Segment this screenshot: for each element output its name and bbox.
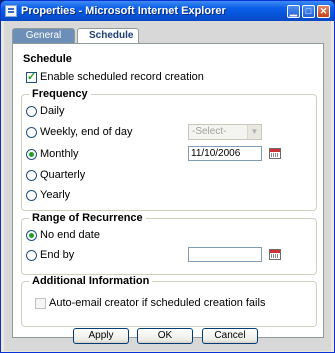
- freq-weekly-radio[interactable]: [26, 126, 37, 138]
- freq-quarterly-row[interactable]: Quarterly: [26, 169, 85, 181]
- monthly-date-input[interactable]: 11/10/2006: [188, 146, 262, 161]
- close-icon: ✕: [319, 5, 328, 16]
- ie-page-icon: [5, 5, 17, 17]
- ok-button[interactable]: OK: [137, 328, 193, 344]
- freq-monthly-radio[interactable]: [26, 148, 37, 160]
- end-by-label[interactable]: End by: [40, 249, 74, 261]
- freq-weekly-label[interactable]: Weekly, end of day: [40, 126, 133, 138]
- frequency-legend: Frequency: [29, 88, 91, 100]
- calendar-icon[interactable]: [269, 249, 281, 260]
- minimize-icon: ▁: [290, 5, 297, 16]
- dialog-client-area: General Schedule Schedule Enable schedul…: [4, 21, 331, 351]
- maximize-icon: □: [305, 5, 312, 16]
- freq-yearly-radio[interactable]: [26, 189, 37, 201]
- no-end-date-label[interactable]: No end date: [40, 229, 100, 241]
- maximize-button[interactable]: □: [302, 4, 315, 18]
- recurrence-legend: Range of Recurrence: [29, 212, 146, 224]
- title-bar[interactable]: Properties - Microsoft Internet Explorer…: [1, 1, 334, 21]
- freq-monthly-label[interactable]: Monthly: [40, 148, 79, 160]
- freq-yearly-row[interactable]: Yearly: [26, 189, 70, 201]
- auto-email-label[interactable]: Auto-email creator if scheduled creation…: [49, 297, 265, 309]
- cancel-button[interactable]: Cancel: [202, 328, 258, 344]
- freq-daily-radio[interactable]: [26, 105, 37, 117]
- apply-button[interactable]: Apply: [73, 328, 129, 344]
- end-by-radio[interactable]: [26, 249, 37, 261]
- freq-quarterly-radio[interactable]: [26, 169, 37, 181]
- auto-email-row[interactable]: Auto-email creator if scheduled creation…: [35, 297, 265, 309]
- weekly-day-select[interactable]: -Select- ▼: [188, 124, 262, 140]
- freq-daily-row[interactable]: Daily: [26, 105, 64, 117]
- enable-schedule-checkbox[interactable]: [26, 70, 37, 83]
- calendar-icon[interactable]: [269, 148, 281, 159]
- tab-schedule[interactable]: Schedule: [77, 28, 139, 44]
- freq-quarterly-label[interactable]: Quarterly: [40, 169, 85, 181]
- freq-daily-label[interactable]: Daily: [40, 105, 64, 117]
- chevron-down-icon[interactable]: ▼: [247, 125, 261, 139]
- tab-general[interactable]: General: [12, 28, 75, 43]
- schedule-heading: Schedule: [23, 53, 72, 65]
- enable-schedule-label[interactable]: Enable scheduled record creation: [40, 71, 204, 83]
- window-title: Properties - Microsoft Internet Explorer: [21, 5, 226, 17]
- weekly-day-select-value: -Select-: [192, 126, 227, 137]
- end-by-row[interactable]: End by: [26, 249, 74, 261]
- freq-yearly-label[interactable]: Yearly: [40, 189, 70, 201]
- enable-schedule-row[interactable]: Enable scheduled record creation: [26, 70, 204, 83]
- auto-email-checkbox[interactable]: [35, 297, 46, 309]
- additional-info-legend: Additional Information: [29, 275, 153, 287]
- end-by-date-input[interactable]: [188, 247, 262, 262]
- freq-monthly-row[interactable]: Monthly: [26, 148, 79, 160]
- recurrence-group: Range of Recurrence: [21, 212, 317, 275]
- no-end-date-row[interactable]: No end date: [26, 229, 100, 241]
- no-end-date-radio[interactable]: [26, 229, 37, 241]
- minimize-button[interactable]: ▁: [287, 4, 300, 18]
- tab-strip: General Schedule: [12, 28, 141, 44]
- schedule-panel: Schedule Enable scheduled record creatio…: [12, 43, 324, 338]
- properties-window: Properties - Microsoft Internet Explorer…: [0, 0, 335, 353]
- close-button[interactable]: ✕: [317, 4, 330, 18]
- freq-weekly-row[interactable]: Weekly, end of day: [26, 126, 133, 138]
